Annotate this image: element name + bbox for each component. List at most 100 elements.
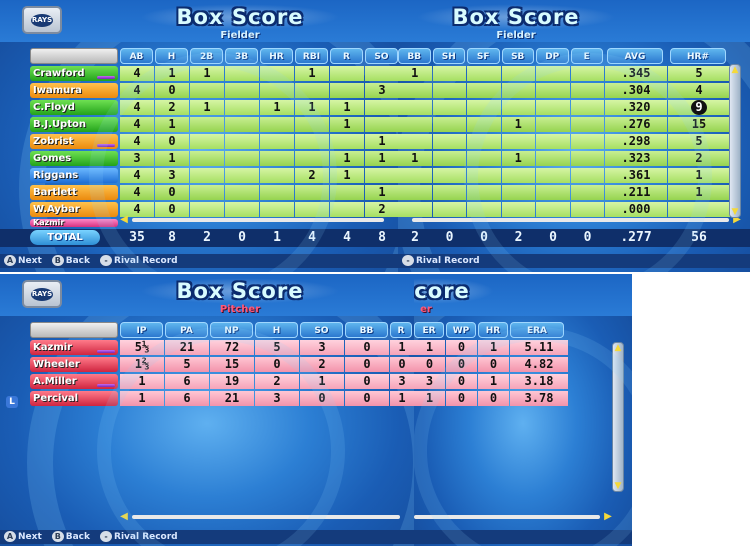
button-minus-icon[interactable]: - — [402, 255, 414, 266]
page-title: Box Score — [416, 4, 616, 30]
table-row[interactable]: Gomes 3 1 1 1 — [30, 151, 398, 166]
scroll-track[interactable] — [132, 218, 384, 222]
table-row[interactable]: A.Miller 1 6 19 2 1 0 3 — [30, 374, 414, 389]
player-name[interactable]: Crawford — [30, 66, 118, 81]
scroll-track[interactable] — [412, 218, 729, 222]
table-row[interactable]: .320 9 — [398, 100, 730, 115]
button-a-icon[interactable]: A — [4, 531, 16, 542]
table-row[interactable]: B.J.Upton 4 1 1 — [30, 117, 398, 132]
footer-action-label[interactable]: Rival Record — [114, 532, 178, 542]
table-row[interactable]: Crawford 4 1 1 1 — [30, 66, 398, 81]
stat-cell: 5 — [668, 134, 730, 149]
table-row[interactable]: .304 4 — [398, 83, 730, 98]
totals-row: TOTAL 35 8 2 0 1 4 4 8 — [0, 229, 398, 247]
stat-cell — [536, 185, 570, 200]
scroll-up-arrow-icon[interactable]: ▲ — [613, 343, 623, 353]
table-row[interactable]: Iwamura 4 0 3 — [30, 83, 398, 98]
player-name[interactable]: Wheeler — [30, 357, 118, 372]
table-row[interactable]: Percival 1 6 21 3 0 0 1 — [30, 391, 414, 406]
button-a-icon[interactable]: A — [4, 255, 16, 266]
page-subtitle: Fielder — [496, 30, 536, 41]
table-row[interactable]: .361 1 — [398, 168, 730, 183]
footer-action-label[interactable]: Back — [66, 256, 90, 266]
player-name[interactable]: Riggans — [30, 168, 118, 183]
stat-cell: .361 — [605, 168, 667, 183]
table-row[interactable]: C.Floyd 4 2 1 1 1 1 — [30, 100, 398, 115]
stat-cell — [570, 100, 604, 115]
stat-cell — [398, 185, 432, 200]
scroll-track[interactable] — [132, 515, 400, 519]
button-minus-icon[interactable]: - — [100, 255, 113, 266]
footer-action-label[interactable]: Next — [18, 532, 42, 542]
vertical-scrollbar[interactable]: ▲ ▼ — [729, 64, 741, 218]
player-name[interactable]: Percival — [30, 391, 118, 406]
horizontal-scrollbar[interactable]: ▶ — [414, 512, 614, 522]
horizontal-scrollbar[interactable]: ◀ — [118, 512, 414, 522]
total-value: 56 — [691, 230, 707, 245]
player-name[interactable]: Kazmir — [30, 340, 118, 355]
table-row[interactable]: 1 .345 5 — [398, 66, 730, 81]
horizontal-scrollbar[interactable]: ▶ — [398, 215, 743, 225]
horizontal-scrollbar[interactable]: ◀ — [118, 215, 398, 225]
scroll-track[interactable] — [414, 515, 600, 519]
stat-cell — [225, 100, 259, 115]
table-row[interactable]: Riggans 4 3 2 1 — [30, 168, 398, 183]
footer-action-label[interactable]: Rival Record — [114, 256, 178, 266]
column-header: WP — [446, 322, 476, 338]
table-row[interactable]: 1 1 .323 2 — [398, 151, 730, 166]
table-row[interactable]: Wheeler 1⅔ 5 15 0 2 0 0 — [30, 357, 414, 372]
totals-row: 2 0 0 2 0 0 .277 56 — [398, 229, 750, 247]
player-name[interactable]: Bartlett — [30, 185, 118, 200]
stat-cell: 4 — [120, 168, 154, 183]
footer-action-label[interactable]: Rival Record — [416, 256, 480, 266]
stat-cell: 1 — [120, 391, 164, 406]
player-name[interactable]: W.Aybar — [30, 202, 118, 217]
footer-action-label[interactable]: Next — [18, 256, 42, 266]
scroll-up-arrow-icon[interactable]: ▲ — [730, 65, 740, 75]
table-row[interactable]: 0 0 0 4.82 — [414, 357, 568, 372]
stat-cell — [467, 168, 501, 183]
l-button-icon[interactable]: L — [6, 396, 18, 408]
scroll-down-arrow-icon[interactable]: ▼ — [730, 207, 740, 217]
footer-action-label[interactable]: Back — [66, 532, 90, 542]
vertical-scrollbar[interactable]: ▲ ▼ — [612, 342, 624, 492]
table-row[interactable]: Kazmir 5⅓ 21 72 5 3 0 1 — [30, 340, 414, 355]
column-header: SF — [467, 48, 500, 64]
table-row[interactable]: .211 1 — [398, 185, 730, 200]
player-name[interactable]: Gomes — [30, 151, 118, 166]
button-minus-icon[interactable]: - — [100, 531, 113, 542]
player-name[interactable]: B.J.Upton — [30, 117, 118, 132]
button-b-icon[interactable]: B — [51, 531, 64, 542]
scroll-left-arrow-icon[interactable]: ◀ — [118, 215, 130, 225]
table-row[interactable]: 1 0 1 5.11 — [414, 340, 568, 355]
stat-cell — [225, 117, 259, 132]
stat-cell — [365, 168, 398, 183]
table-row[interactable]: Bartlett 4 0 1 — [30, 185, 398, 200]
table-row[interactable]: 3 0 1 3.18 — [414, 374, 568, 389]
table-row[interactable]: 1 .276 15 — [398, 117, 730, 132]
column-header: SH — [432, 48, 465, 64]
table-row[interactable]: 1 0 0 3.78 — [414, 391, 568, 406]
stat-cell — [570, 202, 604, 217]
page-subtitle: Fielder — [220, 30, 260, 41]
player-name[interactable]: C.Floyd — [30, 100, 118, 115]
player-name[interactable]: Iwamura — [30, 83, 118, 98]
column-header: 3B — [225, 48, 258, 64]
header-blank-cell — [30, 48, 118, 64]
scroll-left-arrow-icon[interactable]: ◀ — [118, 512, 130, 522]
table-row[interactable]: .298 5 — [398, 134, 730, 149]
stat-cell: 1 — [155, 151, 189, 166]
footer-controls: A Next B Back - Rival Record — [0, 254, 398, 268]
stat-cell: 1⅔ — [120, 357, 164, 372]
player-name-partial[interactable]: Kazmir — [30, 219, 118, 227]
scroll-down-arrow-icon[interactable]: ▼ — [613, 481, 623, 491]
stat-cell — [260, 185, 294, 200]
column-header: HR — [478, 322, 508, 338]
player-name[interactable]: Zobrist — [30, 134, 118, 149]
button-b-icon[interactable]: B — [51, 255, 64, 266]
scroll-right-arrow-icon[interactable]: ▶ — [602, 512, 614, 522]
player-name[interactable]: A.Miller — [30, 374, 118, 389]
table-row[interactable]: Zobrist 4 0 1 — [30, 134, 398, 149]
stat-cell — [432, 134, 466, 149]
stat-cell: 1 — [501, 151, 535, 166]
